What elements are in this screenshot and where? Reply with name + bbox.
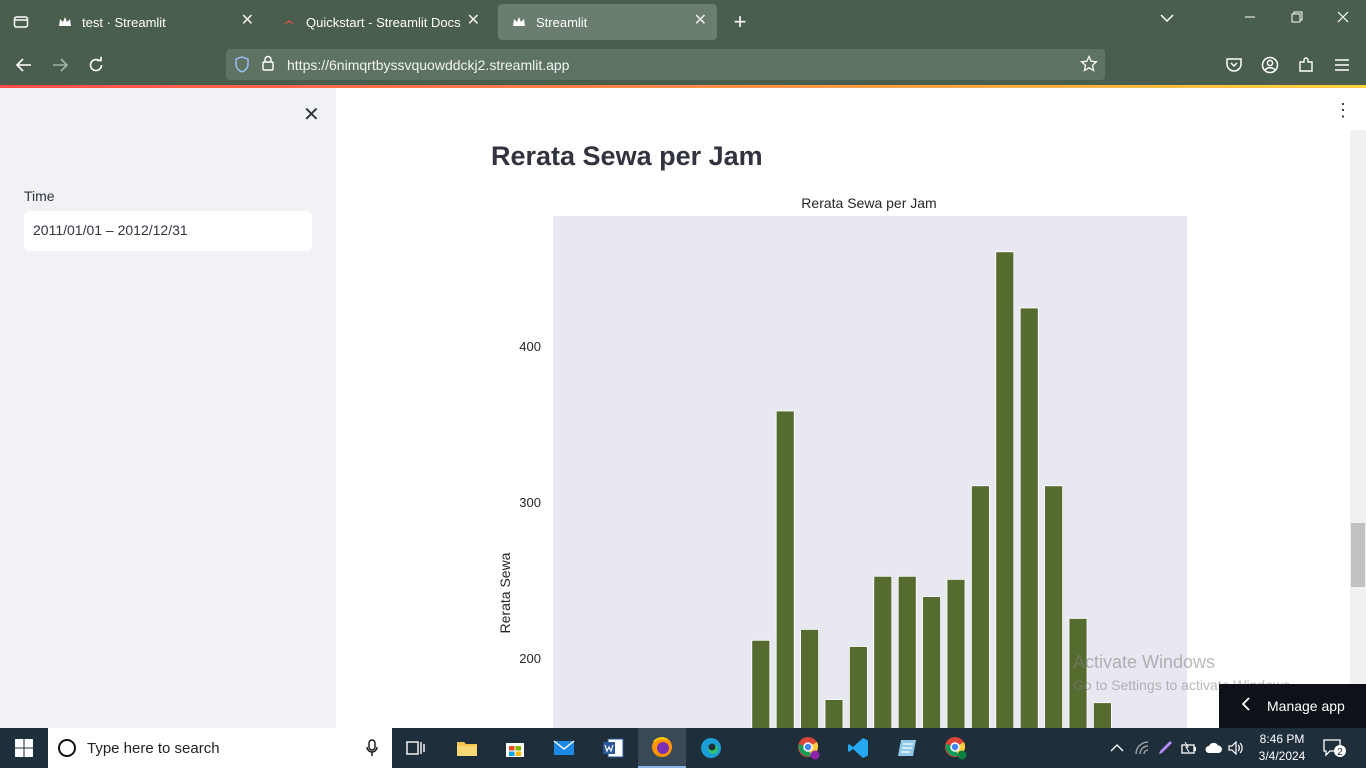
vscode-icon[interactable] — [834, 728, 882, 768]
extensions-puzzle-icon[interactable] — [1294, 53, 1318, 77]
chrome-icon[interactable] — [932, 728, 980, 768]
close-window-icon[interactable] — [1337, 10, 1349, 27]
system-clock[interactable]: 8:46 PM 3/4/2024 — [1254, 731, 1310, 765]
browser-tab-bar: test · Streamlit ✕ Quickstart - Streamli… — [0, 0, 1366, 44]
y-tick-label: 200 — [519, 651, 541, 666]
clock-date: 3/4/2024 — [1258, 749, 1306, 763]
onedrive-cloud-icon[interactable] — [1205, 728, 1223, 768]
close-tab-icon[interactable]: ✕ — [694, 13, 707, 29]
close-tab-icon[interactable]: ✕ — [467, 13, 480, 29]
bar-hour-13 — [897, 575, 917, 728]
taskbar-search-box[interactable]: Type here to search — [48, 728, 392, 768]
chart-title: Rerata Sewa per Jam — [801, 195, 936, 211]
bar-hour-12 — [873, 575, 893, 728]
tab-title: Quickstart - Streamlit Docs — [306, 14, 461, 30]
mail-icon[interactable] — [540, 728, 588, 768]
tab-quickstart-docs[interactable]: Quickstart - Streamlit Docs ✕ — [268, 4, 490, 40]
bar-hour-16 — [971, 485, 990, 728]
pen-icon[interactable] — [1157, 728, 1173, 768]
notepad-app-icon[interactable] — [883, 728, 931, 768]
word-icon[interactable] — [589, 728, 637, 768]
streamlit-crown-icon — [58, 15, 72, 29]
bar-hour-19 — [1044, 485, 1063, 728]
edge-icon[interactable] — [687, 728, 735, 768]
forward-arrow-icon[interactable] — [48, 53, 72, 77]
battery-icon[interactable] — [1181, 728, 1197, 768]
hamburger-menu-icon[interactable] — [1330, 53, 1354, 77]
y-tick-label: 300 — [519, 495, 541, 510]
streamlit-crown-icon — [512, 15, 526, 29]
bar-hour-8 — [775, 410, 795, 728]
bar-hour-10 — [824, 699, 844, 728]
scrollbar[interactable] — [1350, 130, 1366, 728]
microsoft-store-icon[interactable] — [491, 728, 539, 768]
microphone-icon[interactable] — [366, 739, 378, 762]
notification-count: 2 — [1337, 747, 1343, 758]
address-bar[interactable]: https://6nimqrtbyssvquowddckj2.streamlit… — [226, 49, 1105, 80]
bookmark-star-icon[interactable] — [1080, 54, 1098, 78]
activate-windows-watermark: Activate Windows — [1073, 652, 1216, 672]
bar-hour-18 — [1019, 307, 1039, 728]
show-hidden-icons-chevron-icon[interactable] — [1110, 728, 1124, 768]
bar-chart: Rerata Sewa per Jam 200 300 400 Rerata Sew… — [497, 195, 1187, 728]
y-tick-label: 400 — [519, 339, 541, 354]
tab-streamlit-active[interactable]: Streamlit ✕ — [498, 4, 717, 40]
tab-title: Streamlit — [536, 14, 588, 30]
time-label: Time — [24, 188, 55, 204]
network-icon[interactable] — [1135, 728, 1151, 768]
bar-hour-17 — [995, 251, 1015, 728]
bar-hour-7 — [751, 639, 771, 728]
chevron-left-icon — [1241, 696, 1251, 716]
search-icon — [58, 739, 76, 757]
y-axis-label: Rerata Sewa — [497, 552, 513, 633]
streamlit-logo-icon — [282, 15, 296, 29]
volume-icon[interactable] — [1228, 728, 1244, 768]
restore-icon[interactable] — [1291, 10, 1303, 27]
firefox-view-icon[interactable] — [0, 0, 42, 44]
close-tab-icon[interactable]: ✕ — [241, 13, 254, 29]
windows-start-icon[interactable] — [0, 728, 48, 768]
file-explorer-icon[interactable] — [443, 728, 491, 768]
close-sidebar-icon[interactable]: ✕ — [303, 102, 320, 127]
bar-hour-9 — [800, 629, 820, 728]
bar-hour-21 — [1093, 702, 1112, 728]
clock-time: 8:46 PM — [1259, 732, 1305, 746]
tab-title: test · Streamlit — [82, 14, 166, 30]
manage-app-label: Manage app — [1267, 698, 1345, 714]
url-text[interactable]: https://6nimqrtbyssvquowddckj2.streamlit… — [287, 57, 569, 73]
task-view-icon[interactable] — [392, 728, 440, 768]
lock-icon[interactable] — [261, 55, 275, 77]
new-tab-button[interactable]: + — [728, 9, 752, 35]
scrollbar-thumb[interactable] — [1351, 523, 1365, 587]
back-arrow-icon[interactable] — [12, 53, 36, 77]
sidebar: ✕ Time 2011/01/01 – 2012/12/31 — [0, 88, 336, 728]
bar-hour-20 — [1068, 618, 1088, 728]
account-icon[interactable] — [1258, 53, 1282, 77]
windows-taskbar: Type here to search 8:46 PM 3/4/2024 2 — [0, 728, 1366, 768]
browser-nav-bar: https://6nimqrtbyssvquowddckj2.streamlit… — [0, 44, 1366, 85]
bar-hour-11 — [849, 646, 868, 728]
firefox-icon[interactable] — [638, 728, 686, 768]
search-placeholder: Type here to search — [87, 739, 220, 757]
minimize-icon[interactable] — [1244, 10, 1256, 27]
reload-icon[interactable] — [84, 53, 108, 77]
bar-hour-14 — [922, 596, 941, 728]
bar-hour-15 — [946, 578, 966, 728]
tab-test-streamlit[interactable]: test · Streamlit ✕ — [44, 4, 264, 40]
manage-app-button[interactable]: Manage app — [1219, 684, 1366, 728]
pocket-icon[interactable] — [1222, 53, 1246, 77]
chrome-profile-icon[interactable] — [785, 728, 833, 768]
notification-center-icon[interactable]: 2 — [1322, 738, 1346, 763]
tracking-shield-icon[interactable] — [234, 56, 250, 78]
date-range-input[interactable]: 2011/01/01 – 2012/12/31 — [24, 211, 312, 251]
list-all-tabs-icon[interactable] — [1159, 10, 1175, 27]
